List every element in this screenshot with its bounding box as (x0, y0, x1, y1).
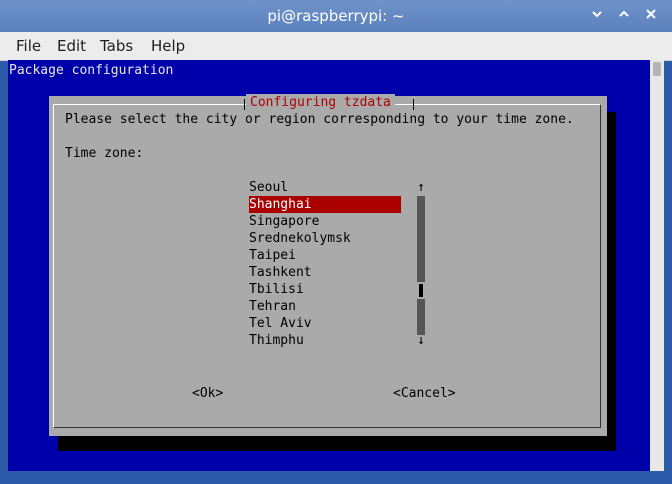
maximize-button[interactable] (615, 7, 633, 25)
list-item[interactable]: Seoul (249, 179, 401, 196)
title-divider-right (413, 99, 414, 110)
terminal-area[interactable]: Package configuration Configuring tzdata… (8, 60, 650, 471)
cancel-button[interactable]: <Cancel> (393, 385, 456, 402)
tzdata-dialog: Configuring tzdata Please select the cit… (49, 94, 607, 436)
menu-edit[interactable]: Edit (57, 37, 86, 55)
list-scrollbar-track[interactable] (417, 196, 425, 335)
menu-tabs[interactable]: Tabs (100, 37, 133, 55)
terminal-window: pi@raspberrypi: ~ File Edit Tabs Help Pa… (0, 0, 672, 484)
list-item[interactable]: Srednekolymsk (249, 230, 401, 247)
list-item[interactable]: Tel Aviv (249, 315, 401, 332)
list-item[interactable]: Tehran (249, 298, 401, 315)
menu-help[interactable]: Help (151, 37, 185, 55)
menu-file[interactable]: File (16, 37, 41, 55)
close-button[interactable] (642, 7, 660, 25)
list-item[interactable]: Tbilisi (249, 281, 401, 298)
list-item[interactable]: Singapore (249, 213, 401, 230)
chevron-up-icon (619, 10, 629, 17)
scroll-up-arrow-icon[interactable]: ↑ (417, 179, 425, 196)
list-item[interactable]: Tashkent (249, 264, 401, 281)
dialog-prompt: Please select the city or region corresp… (65, 112, 574, 127)
title-bar[interactable]: pi@raspberrypi: ~ (0, 0, 672, 32)
terminal-scrollbar[interactable] (650, 60, 664, 471)
dialog-title: Configuring tzdata (246, 94, 395, 111)
menu-bar: File Edit Tabs Help (0, 32, 672, 61)
terminal-scrollbar-thumb[interactable] (653, 62, 661, 76)
title-divider-left (244, 99, 245, 110)
ok-button[interactable]: <Ok> (192, 385, 223, 402)
window-bottom-edge (8, 471, 664, 484)
minimize-button[interactable] (588, 7, 606, 25)
list-item[interactable]: Thimphu (249, 332, 401, 349)
close-icon (646, 9, 656, 19)
list-scrollbar-thumb[interactable] (419, 284, 423, 297)
window-title: pi@raspberrypi: ~ (267, 7, 405, 25)
package-configuration-header: Package configuration (9, 63, 174, 78)
scroll-down-arrow-icon[interactable]: ↓ (417, 332, 425, 349)
time-zone-label: Time zone: (65, 146, 144, 161)
list-item[interactable]: Taipei (249, 247, 401, 264)
list-item-selected[interactable]: Shanghai (249, 196, 401, 213)
chevron-down-icon (592, 11, 602, 18)
